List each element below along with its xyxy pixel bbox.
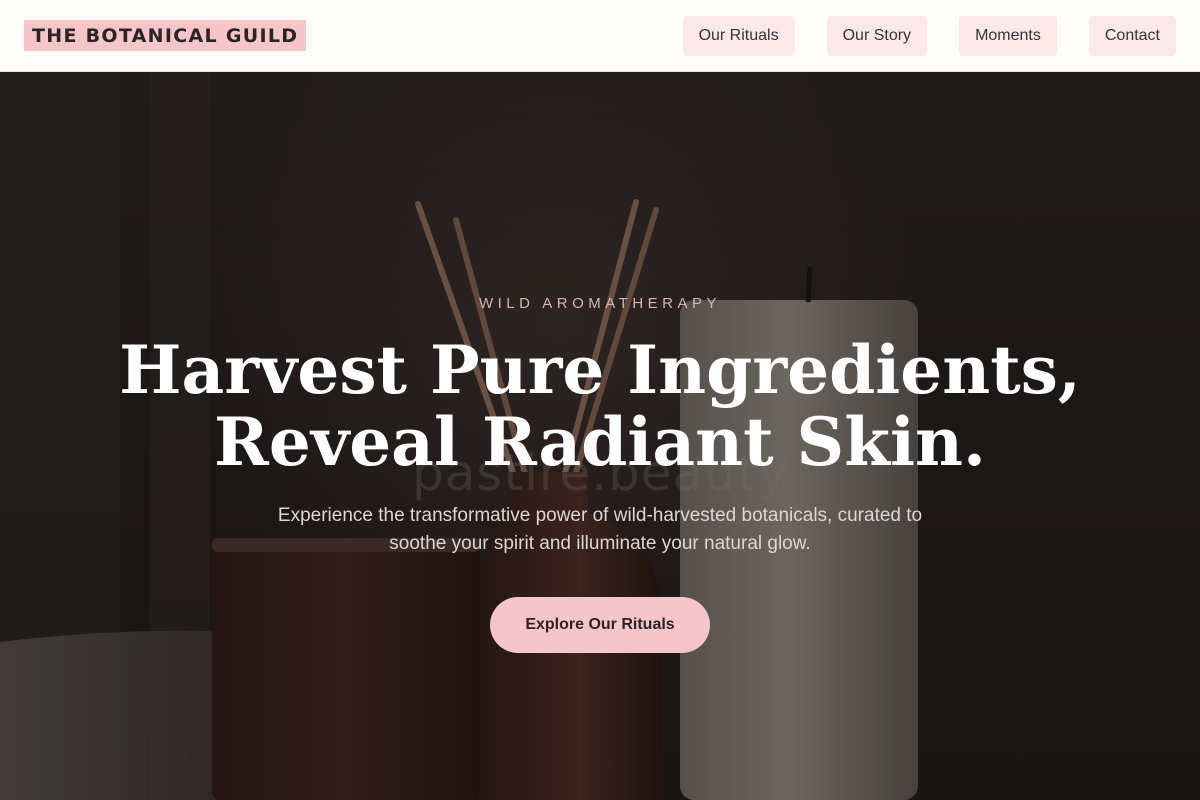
nav-item-our-story[interactable]: Our Story (826, 15, 928, 56)
hero-subtext: Experience the transformative power of w… (277, 505, 923, 554)
main-nav: Our Rituals Our Story Moments Contact (651, 15, 1176, 56)
nav-item-contact[interactable]: Contact (1088, 15, 1176, 56)
explore-rituals-button[interactable]: Explore Our Rituals (490, 597, 710, 653)
brand-logo[interactable]: THE BOTANICAL GUILD (24, 20, 307, 51)
hero-headline-line-1: Harvest Pure Ingredients, (119, 331, 1081, 409)
site-header: THE BOTANICAL GUILD Our Rituals Our Stor… (0, 0, 1200, 72)
hero-headline-line-2: Reveal Radiant Skin. (214, 403, 986, 481)
hero-section: pastire.beauty WILD AROMATHERAPY Harvest… (0, 72, 1200, 800)
hero-headline: Harvest Pure Ingredients, Reveal Radiant… (0, 334, 1200, 478)
nav-item-our-rituals[interactable]: Our Rituals (682, 15, 795, 56)
hero-eyebrow: WILD AROMATHERAPY (478, 295, 722, 312)
nav-item-moments[interactable]: Moments (959, 15, 1057, 56)
